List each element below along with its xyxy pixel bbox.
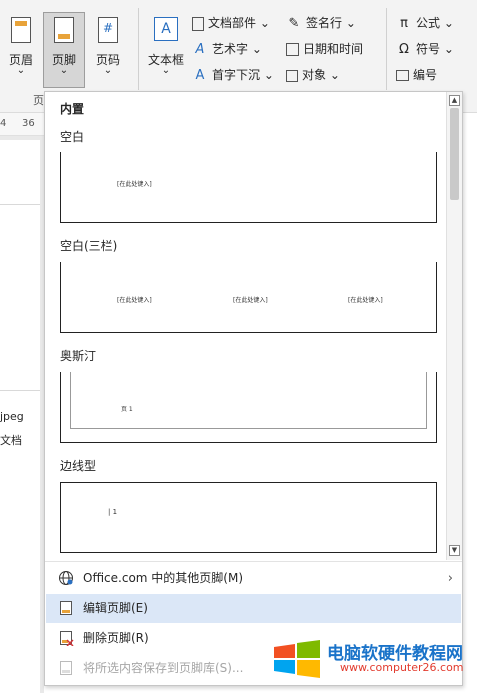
footer-gallery: 内置 空白 [在此处键入] 空白(三栏) [在此处键入] [在此处键入] [在此… [45,92,446,560]
chevron-down-icon: ⌄ [248,42,262,56]
save-to-gallery-icon [60,661,72,675]
page-number-text: 页 1 [121,406,133,413]
gallery-item-title: 空白 [60,130,85,144]
gallery-item-sideline[interactable]: | 1 [60,482,437,553]
textbox-icon: A [154,17,178,41]
chevron-down-icon: ⌄ [440,16,454,30]
object-button[interactable]: 对象 ⌄ [286,64,340,86]
gallery-item-austin[interactable]: 页 1 [60,372,437,443]
ribbon-separator [138,8,139,90]
chevron-down-icon: ⌄ [342,16,356,30]
date-time-button[interactable]: 日期和时间 [286,38,363,60]
number-button[interactable]: 编号 [396,64,437,86]
doc-text: jpeg [0,410,24,423]
chevron-down-icon: ⌄ [59,65,69,76]
equation-button[interactable]: π 公式 ⌄ [396,12,454,34]
quick-parts-button[interactable]: 文档部件 ⌄ [192,12,270,34]
watermark-url: www.computer26.com [340,661,464,674]
gallery-item-title: 边线型 [60,459,97,473]
placeholder-text: [在此处键入] [117,181,152,188]
gallery-item-title: 奥斯汀 [60,349,97,363]
placeholder-text: [在此处键入] [117,297,152,304]
scroll-up-arrow-icon[interactable]: ▲ [449,95,460,106]
drop-cap-button[interactable]: A 首字下沉 ⌄ [192,64,274,86]
chevron-down-icon: ⌄ [256,16,270,30]
calendar-icon [286,43,299,56]
chevron-down-icon: ⌄ [16,65,26,76]
chevron-down-icon: ⌄ [440,42,454,56]
footer-button[interactable]: 页脚 ⌄ [43,12,85,88]
remove-footer-icon [60,631,74,646]
edit-footer-item[interactable]: 编辑页脚(E) [46,594,461,623]
header-icon [11,17,31,43]
placeholder-text: [在此处键入] [233,297,268,304]
ribbon-separator [386,8,387,90]
chevron-down-icon: ⌄ [161,65,171,76]
chevron-down-icon: ⌄ [326,68,340,82]
document-page[interactable]: jpeg 文档 [0,140,40,693]
number-icon [396,70,409,81]
page-number-icon: # [98,17,118,43]
header-button[interactable]: 页眉 ⌄ [2,12,40,88]
edit-footer-icon [60,601,72,615]
signature-icon: ✎ [288,15,300,31]
site-watermark: 电脑软硬件教程网 www.computer26.com [272,637,477,681]
quick-parts-icon [192,16,204,31]
chevron-right-icon: › [447,571,453,586]
omega-icon: Ω [399,41,409,57]
austin-frame [70,372,427,429]
pi-icon: π [400,15,408,31]
page-number-button[interactable]: # 页码 ⌄ [88,12,128,88]
windows-logo-icon [274,640,320,678]
placeholder-text: [在此处键入] [348,297,383,304]
chevron-down-icon: ⌄ [260,68,274,82]
wordart-icon: A [195,41,205,57]
more-footers-office-com[interactable]: Office.com 中的其他页脚(M) › [46,564,461,593]
ruler: 4 36 [0,113,44,136]
symbol-button[interactable]: Ω 符号 ⌄ [396,38,454,60]
footer-gallery-menu: 内置 空白 [在此处键入] 空白(三栏) [在此处键入] [在此处键入] [在此… [44,91,463,686]
globe-icon [59,571,73,585]
wordart-button[interactable]: A 艺术字 ⌄ [192,38,262,60]
signature-line-button[interactable]: ✎ 签名行 ⌄ [286,12,356,34]
textbox-button[interactable]: A 文本框 ⌄ [145,12,187,88]
gallery-scrollbar[interactable]: ▲ ▼ [446,92,462,560]
object-icon [286,69,298,82]
footer-icon [54,17,74,43]
page-number-text: | 1 [108,508,118,516]
gallery-section-header: 内置 [60,102,85,116]
group-label-header-footer: 页 [33,94,44,107]
scrollbar-thumb[interactable] [450,108,459,200]
gallery-item-blank-three-column[interactable]: [在此处键入] [在此处键入] [在此处键入] [60,262,437,333]
scroll-down-arrow-icon[interactable]: ▼ [449,545,460,556]
gallery-item-blank[interactable]: [在此处键入] [60,152,437,223]
chevron-down-icon: ⌄ [103,65,113,76]
drop-cap-icon: A [195,67,205,83]
doc-text: 文档 [0,434,22,447]
menu-separator [45,561,462,562]
gallery-item-title: 空白(三栏) [60,239,118,253]
